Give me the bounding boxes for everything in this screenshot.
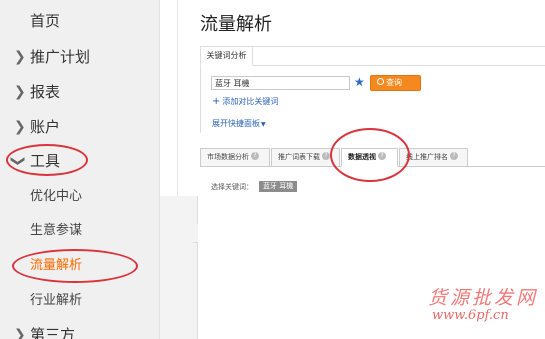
watermark-url: www.6pf.cn: [432, 308, 509, 323]
help-icon[interactable]: ?: [450, 152, 458, 160]
tab-keyword-analysis[interactable]: 关键词分析: [200, 46, 253, 66]
sidebar-item-business-advisor[interactable]: 生意参谋: [0, 216, 160, 246]
sidebar-item-label: 流量解析: [30, 258, 83, 273]
sidebar-item-reports[interactable]: ❯ 报表: [0, 77, 160, 107]
page-title: 流量解析: [200, 14, 272, 35]
keyword-input[interactable]: [211, 76, 350, 90]
tab-market-data-analysis[interactable]: 市场数据分析?: [200, 148, 270, 167]
sidebar-item-industry-analysis[interactable]: 行业解析: [0, 286, 160, 316]
sidebar-item-label: 首页: [30, 12, 61, 30]
add-compare-keyword-link[interactable]: + 添加对比关键词: [212, 96, 278, 108]
expand-quick-panel-link[interactable]: 展开快捷面板▼: [212, 118, 266, 131]
sidebar-item-optimization-center[interactable]: 优化中心: [0, 182, 160, 212]
sidebar-item-label: 账户: [30, 118, 61, 136]
query-button-label: 查询: [386, 78, 402, 87]
sidebar-item-label: 优化中心: [30, 189, 83, 204]
chevron-right-icon: ❯: [14, 84, 26, 100]
tab-label: 市场数据分析: [207, 153, 249, 161]
sidebar: 首页 ❯ 推广计划 ❯ 报表 ❯ 账户 ❯ 工具 优化中心 生意参谋 流量解析 …: [0, 0, 160, 339]
sidebar-item-label: 行业解析: [30, 293, 83, 308]
sidebar-item-label: 推广计划: [30, 48, 91, 66]
help-icon[interactable]: ?: [322, 152, 330, 160]
divider: [193, 242, 198, 339]
left-gutter: [160, 196, 198, 339]
sidebar-item-tools[interactable]: ❯ 工具: [0, 146, 160, 176]
tab-keyword-list-download[interactable]: 推广词表下载?: [271, 148, 340, 167]
sidebar-item-label: 报表: [30, 83, 61, 101]
query-button[interactable]: 查询: [370, 75, 421, 91]
sidebar-item-label: 工具: [30, 152, 61, 170]
help-icon[interactable]: ?: [251, 152, 259, 160]
sidebar-item-campaigns[interactable]: ❯ 推广计划: [0, 42, 160, 72]
tab-label: 数据透视: [348, 153, 376, 161]
tab-label: 线上推广排名: [406, 153, 448, 161]
sidebar-item-home[interactable]: 首页: [0, 6, 160, 36]
watermark-title: 货源批发网: [428, 287, 539, 309]
chevron-right-icon: ❯: [14, 327, 26, 339]
expand-board-label: 展开快捷面板: [212, 119, 260, 128]
caret-down-icon: ▼: [261, 121, 266, 128]
add-compare-label: 添加对比关键词: [222, 97, 279, 106]
search-icon: [377, 78, 384, 85]
sidebar-item-third-party[interactable]: ❯ 第三方: [0, 320, 160, 339]
help-icon[interactable]: ?: [378, 152, 386, 160]
chevron-down-icon: ❯: [9, 155, 26, 167]
selected-keyword-chip[interactable]: 蓝牙 耳機: [259, 181, 298, 192]
chevron-right-icon: ❯: [14, 49, 26, 65]
divider: [193, 196, 198, 224]
chevron-right-icon: ❯: [14, 119, 26, 135]
sidebar-item-traffic-analysis[interactable]: 流量解析: [0, 251, 160, 281]
sidebar-item-label: 生意参谋: [30, 223, 83, 238]
sidebar-item-label: 第三方: [30, 326, 76, 339]
tab-data-pivot[interactable]: 数据透视?: [341, 148, 398, 167]
tab-label: 推广词表下载: [278, 153, 320, 161]
select-keyword-label: 选择关键词：: [211, 183, 253, 191]
star-icon[interactable]: ★: [354, 74, 365, 90]
tab-online-promotion-ranking[interactable]: 线上推广排名?: [399, 148, 468, 167]
sidebar-item-account[interactable]: ❯ 账户: [0, 112, 160, 142]
plus-icon: +: [212, 96, 221, 107]
